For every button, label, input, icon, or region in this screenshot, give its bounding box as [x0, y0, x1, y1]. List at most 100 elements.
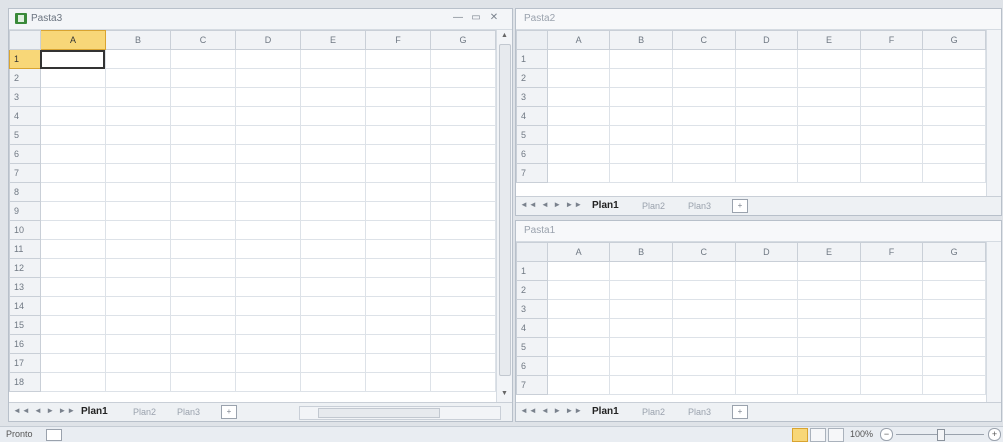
zoom-slider-thumb[interactable] — [937, 429, 945, 441]
vertical-scrollbar[interactable] — [986, 30, 1001, 196]
cell-c14[interactable] — [169, 296, 236, 316]
cell-f18[interactable] — [364, 372, 431, 392]
cell-d2[interactable] — [734, 280, 799, 300]
cell-f1[interactable] — [364, 49, 431, 69]
cell-a5[interactable] — [546, 125, 611, 145]
cell-e1[interactable] — [797, 49, 861, 69]
cell-g1[interactable] — [429, 49, 497, 69]
cell-c1[interactable] — [671, 261, 736, 281]
column-header-b[interactable]: B — [104, 30, 171, 50]
column-header-g[interactable]: G — [922, 242, 986, 262]
cell-b6[interactable] — [104, 144, 171, 164]
cell-b1[interactable] — [609, 49, 673, 69]
cell-b3[interactable] — [104, 87, 171, 107]
spreadsheet-grid[interactable]: A B C D E F G 1 2 3 4 5 6 7 8 9 10 11 12 13 14 15 16 17 18 — [9, 30, 497, 392]
cell-b2[interactable] — [609, 68, 673, 88]
cell-g12[interactable] — [429, 258, 497, 278]
row-header-4[interactable]: 4 — [516, 106, 548, 126]
cell-b1[interactable] — [609, 261, 673, 281]
cell-a3[interactable] — [546, 87, 611, 107]
cell-g3[interactable] — [429, 87, 497, 107]
insert-sheet-icon[interactable]: + — [221, 405, 237, 419]
cell-g16[interactable] — [429, 334, 497, 354]
cell-a4[interactable] — [546, 318, 611, 338]
scroll-up-icon[interactable]: ▲ — [497, 30, 512, 42]
row-header-2[interactable]: 2 — [516, 68, 548, 88]
cell-a11[interactable] — [39, 239, 106, 259]
column-header-g[interactable]: G — [429, 30, 497, 50]
cell-g4[interactable] — [429, 106, 497, 126]
cell-f5[interactable] — [364, 125, 431, 145]
cell-f2[interactable] — [859, 68, 924, 88]
cell-c15[interactable] — [169, 315, 236, 335]
cell-a3[interactable] — [39, 87, 106, 107]
row-header-4[interactable]: 4 — [9, 106, 41, 126]
cell-b3[interactable] — [609, 87, 673, 107]
cell-e9[interactable] — [299, 201, 366, 221]
cell-d5[interactable] — [734, 337, 799, 357]
cell-g4[interactable] — [922, 318, 986, 338]
sheet-nav-arrows-icon[interactable]: ◄◄ ◄ ► ►► — [13, 406, 76, 415]
cell-e17[interactable] — [299, 353, 366, 373]
column-header-a[interactable]: A — [546, 30, 611, 50]
sheet-tab-plan3[interactable]: Plan3 — [688, 199, 711, 213]
cell-d2[interactable] — [234, 68, 301, 88]
cell-g5[interactable] — [922, 337, 986, 357]
cell-g4[interactable] — [922, 106, 986, 126]
cell-e4[interactable] — [299, 106, 366, 126]
cell-e5[interactable] — [797, 125, 861, 145]
cell-d11[interactable] — [234, 239, 301, 259]
cell-a10[interactable] — [39, 220, 106, 240]
cell-a2[interactable] — [39, 68, 106, 88]
cell-e7[interactable] — [299, 163, 366, 183]
cell-f6[interactable] — [859, 144, 924, 164]
row-header-4[interactable]: 4 — [516, 318, 548, 338]
cell-b8[interactable] — [104, 182, 171, 202]
cell-e16[interactable] — [299, 334, 366, 354]
row-header-1[interactable]: 1 — [516, 49, 548, 69]
cell-e14[interactable] — [299, 296, 366, 316]
cell-b4[interactable] — [609, 318, 673, 338]
row-header-7[interactable]: 7 — [516, 375, 548, 395]
cell-c12[interactable] — [169, 258, 236, 278]
column-header-f[interactable]: F — [859, 242, 924, 262]
cell-e18[interactable] — [299, 372, 366, 392]
cell-g1[interactable] — [922, 49, 986, 69]
column-header-e[interactable]: E — [797, 30, 861, 50]
cell-f5[interactable] — [859, 337, 924, 357]
column-header-f[interactable]: F — [364, 30, 431, 50]
cell-g13[interactable] — [429, 277, 497, 297]
cell-c4[interactable] — [169, 106, 236, 126]
normal-view-icon[interactable] — [792, 428, 808, 442]
cell-c7[interactable] — [671, 375, 736, 395]
cell-e6[interactable] — [797, 356, 861, 376]
cell-b16[interactable] — [104, 334, 171, 354]
column-header-g[interactable]: G — [922, 30, 986, 50]
cell-e4[interactable] — [797, 318, 861, 338]
column-header-d[interactable]: D — [234, 30, 301, 50]
cell-a7[interactable] — [39, 163, 106, 183]
row-header-14[interactable]: 14 — [9, 296, 41, 316]
cell-d6[interactable] — [734, 356, 799, 376]
cell-e15[interactable] — [299, 315, 366, 335]
cell-a15[interactable] — [39, 315, 106, 335]
cell-d7[interactable] — [734, 375, 799, 395]
cell-g5[interactable] — [429, 125, 497, 145]
cell-e6[interactable] — [797, 144, 861, 164]
page-layout-view-icon[interactable] — [810, 428, 826, 442]
sheet-tab-plan1[interactable]: Plan1 — [592, 199, 619, 213]
row-header-6[interactable]: 6 — [516, 356, 548, 376]
row-header-13[interactable]: 13 — [9, 277, 41, 297]
sheet-nav-arrows-icon[interactable]: ◄◄ ◄ ► ►► — [520, 200, 583, 209]
insert-sheet-icon[interactable]: + — [732, 199, 748, 213]
cell-a17[interactable] — [39, 353, 106, 373]
restore-button[interactable]: ▭ — [467, 11, 485, 25]
cell-c18[interactable] — [169, 372, 236, 392]
spreadsheet-grid[interactable]: ABCDEFG 1234567 — [516, 242, 986, 395]
cell-g7[interactable] — [922, 375, 986, 395]
cell-d1[interactable] — [234, 49, 301, 69]
cell-f9[interactable] — [364, 201, 431, 221]
cell-d4[interactable] — [734, 106, 799, 126]
cell-b5[interactable] — [609, 125, 673, 145]
sheet-tab-plan2[interactable]: Plan2 — [642, 199, 665, 213]
